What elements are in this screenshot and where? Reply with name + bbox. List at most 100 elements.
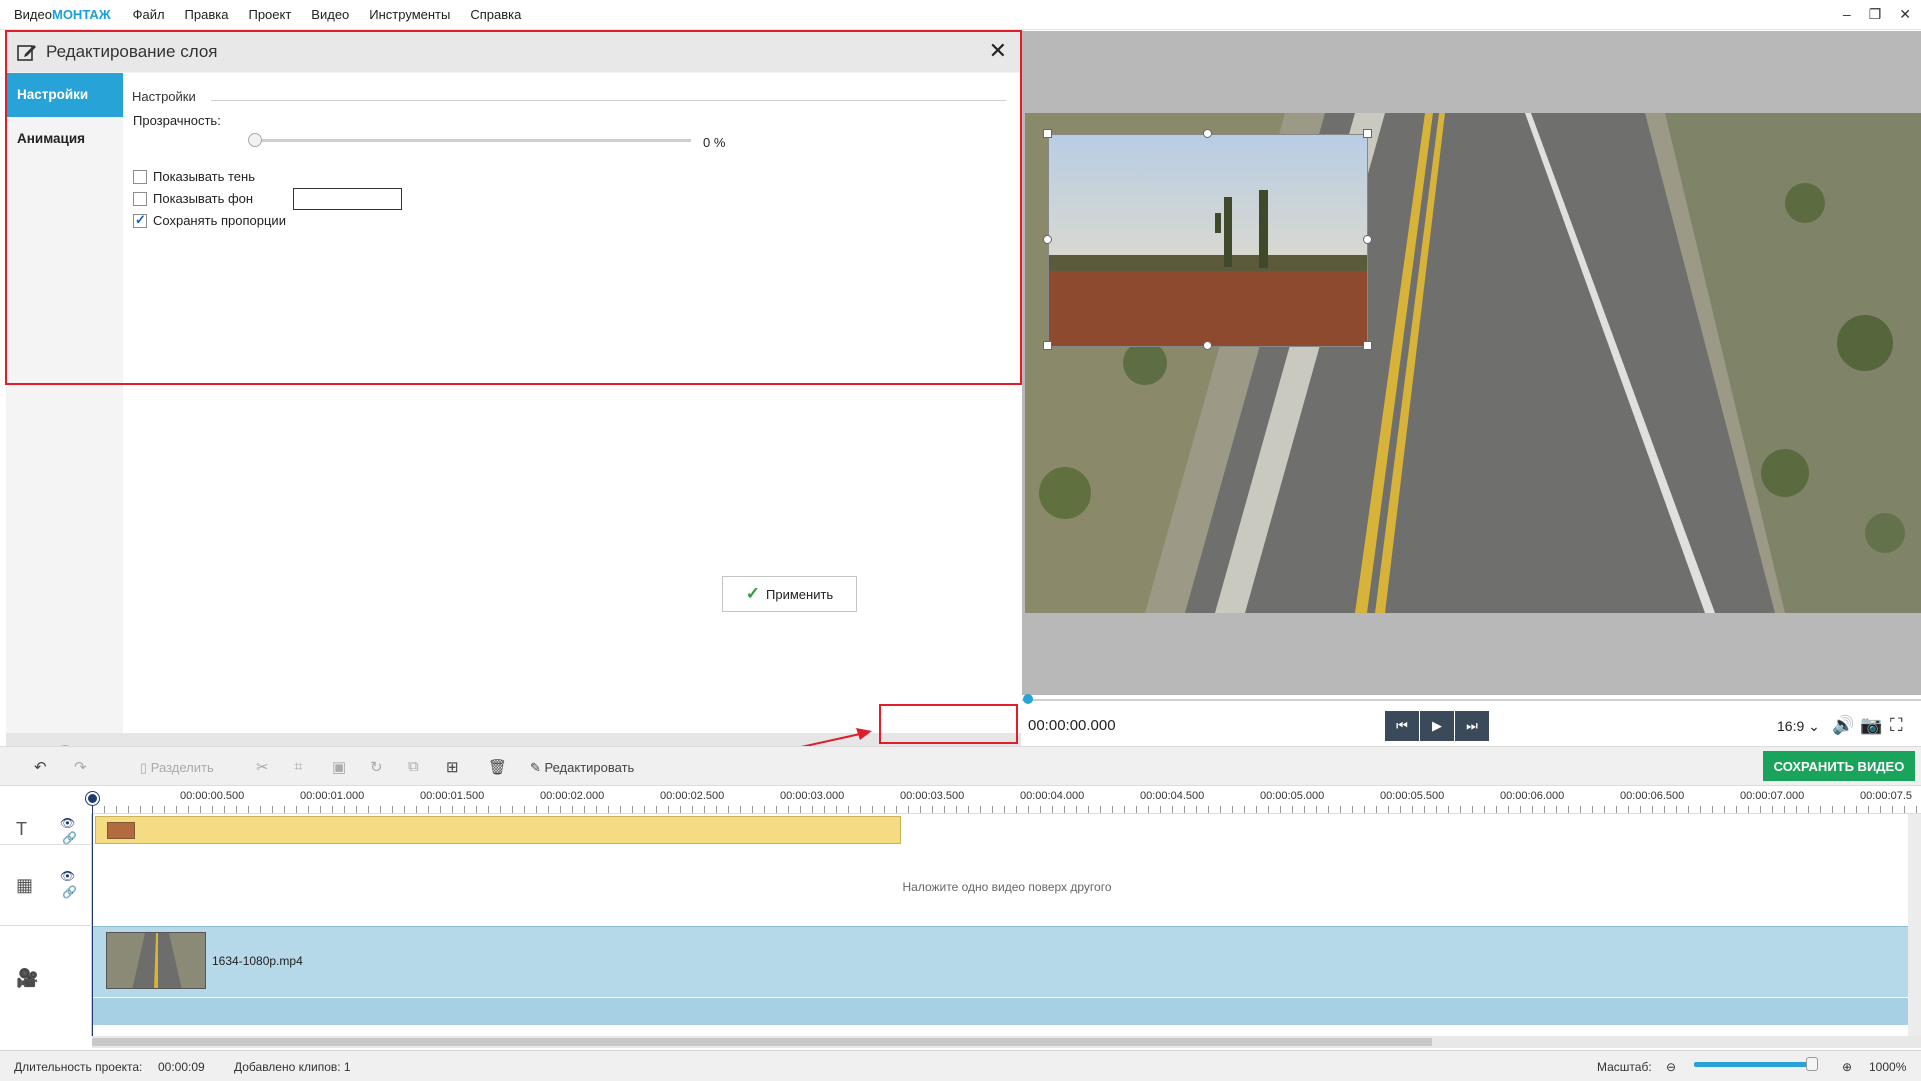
add-clip-icon[interactable]: ⊞ bbox=[446, 758, 459, 776]
menu-tools[interactable]: Инструменты bbox=[369, 7, 450, 22]
ruler-tick: 00:00:07.000 bbox=[1740, 790, 1805, 802]
zoom-slider-thumb[interactable] bbox=[1806, 1057, 1818, 1071]
clips-count: Добавлено клипов: 1 bbox=[234, 1060, 351, 1074]
ruler-tick: 00:00:02.000 bbox=[540, 790, 605, 802]
ruler-tick: 00:00:04.500 bbox=[1140, 790, 1205, 802]
menu-help[interactable]: Справка bbox=[470, 7, 521, 22]
crop-icon[interactable]: ⌗ bbox=[294, 758, 302, 775]
edit-button[interactable]: ✎ Редактировать bbox=[530, 760, 634, 776]
playhead[interactable] bbox=[86, 792, 99, 805]
ruler-tick: 00:00:05.500 bbox=[1380, 790, 1445, 802]
audio-track bbox=[93, 997, 1921, 1025]
ruler-tick: 00:00:06.000 bbox=[1500, 790, 1565, 802]
scrollbar-thumb[interactable] bbox=[92, 1038, 1432, 1046]
zoom-out-icon[interactable]: ⊖ bbox=[1666, 1060, 1676, 1074]
aspect-ratio-select[interactable]: 16:9 ⌄ bbox=[1777, 718, 1820, 735]
link-icon[interactable]: 🔗 bbox=[62, 885, 77, 899]
overlay-layer[interactable] bbox=[1043, 129, 1372, 350]
ruler-tick: 00:00:00.500 bbox=[180, 790, 245, 802]
resize-handle[interactable] bbox=[1043, 235, 1052, 244]
zoom-in-icon[interactable]: ⊕ bbox=[1842, 1060, 1852, 1074]
video-camera-icon: 🎥 bbox=[16, 968, 39, 988]
video-clip-thumbnail[interactable] bbox=[106, 932, 206, 989]
seek-bar[interactable] bbox=[1022, 699, 1921, 701]
menu-edit[interactable]: Правка bbox=[185, 7, 229, 22]
camera-icon[interactable]: 📷 bbox=[1860, 715, 1882, 736]
overlay-track-header: ▦ 👁 🔗 bbox=[0, 845, 92, 926]
copy-icon[interactable]: ⧉ bbox=[408, 758, 419, 775]
timecode: 00:00:00.000 bbox=[1028, 717, 1116, 734]
ruler-tick: 00:00:01.500 bbox=[420, 790, 485, 802]
menu-bar: ВидеоМОНТАЖ Файл Правка Проект Видео Инс… bbox=[0, 0, 1921, 30]
ruler-tick: 00:00:04.000 bbox=[1020, 790, 1085, 802]
zoom-slider-track[interactable] bbox=[1694, 1062, 1812, 1067]
ruler-tick: 00:00:03.000 bbox=[780, 790, 845, 802]
split-label: Разделить bbox=[150, 760, 214, 775]
track-headers: T 👁 🔗 ▦ 👁 🔗 🎥 bbox=[0, 814, 92, 1036]
next-frame-icon[interactable]: ⏭ bbox=[1455, 711, 1489, 741]
resize-handle[interactable] bbox=[1363, 129, 1372, 138]
checkmark-icon: ✓ bbox=[745, 584, 761, 603]
zoom-label: Масштаб: bbox=[1597, 1060, 1652, 1074]
fullscreen-icon[interactable]: ⛶ bbox=[1890, 715, 1903, 736]
rotate-icon[interactable]: ↻ bbox=[370, 758, 383, 776]
duration-label: Длительность проекта: bbox=[14, 1060, 143, 1074]
delete-icon[interactable]: 🗑 bbox=[488, 758, 507, 776]
playhead-line bbox=[92, 804, 93, 1036]
minimize-icon[interactable]: – bbox=[1843, 6, 1851, 23]
ruler-tick-marks bbox=[92, 806, 1921, 813]
highlight-apply bbox=[879, 704, 1018, 744]
frame-icon[interactable]: ▣ bbox=[332, 758, 346, 776]
timeline-ruler[interactable]: 00:00:00.500 00:00:01.000 00:00:01.500 0… bbox=[92, 786, 1921, 814]
close-window-icon[interactable]: ✕ bbox=[1899, 6, 1911, 23]
play-icon[interactable]: ▶ bbox=[1420, 711, 1454, 741]
overlay-hint: Наложите одно видео поверх другого bbox=[902, 880, 1112, 894]
redo-icon[interactable]: ↷ bbox=[74, 758, 87, 776]
ruler-tick: 00:00:01.000 bbox=[300, 790, 365, 802]
resize-handle[interactable] bbox=[1043, 129, 1052, 138]
text-track-header: T 👁 🔗 bbox=[0, 814, 92, 845]
text-layer-clip[interactable] bbox=[95, 816, 901, 844]
clip-thumbnail bbox=[107, 822, 135, 839]
window-controls: – ❐ ✕ bbox=[1843, 6, 1911, 23]
menu-project[interactable]: Проект bbox=[248, 7, 291, 22]
split-button[interactable]: ▯ Разделить bbox=[140, 760, 214, 776]
edit-label: Редактировать bbox=[544, 760, 635, 775]
link-icon[interactable]: 🔗 bbox=[62, 831, 77, 845]
resize-handle[interactable] bbox=[1363, 341, 1372, 350]
seek-thumb[interactable] bbox=[1023, 694, 1033, 704]
ruler-tick: 00:00:05.000 bbox=[1260, 790, 1325, 802]
ruler-tick: 00:00:02.500 bbox=[660, 790, 725, 802]
previous-frame-icon[interactable]: ⏮ bbox=[1385, 711, 1419, 741]
road-thumbnail-image bbox=[107, 933, 205, 988]
video-clip-name: 1634-1080p.mp4 bbox=[212, 954, 303, 968]
status-bar: Длительность проекта: 00:00:09 Добавлено… bbox=[0, 1050, 1921, 1081]
ruler-tick: 00:00:03.500 bbox=[900, 790, 965, 802]
resize-handle[interactable] bbox=[1043, 341, 1052, 350]
ruler-tick: 00:00:06.500 bbox=[1620, 790, 1685, 802]
text-track-icon: T bbox=[16, 819, 27, 839]
zoom-value: 1000% bbox=[1869, 1060, 1907, 1074]
apply-button[interactable]: ✓ Применить bbox=[722, 576, 857, 612]
video-track-header: 🎥 bbox=[0, 926, 92, 1036]
edit-toolbar: ↶ ↷ ▯ Разделить ✂ ⌗ ▣ ↻ ⧉ ⊞ 🗑 ✎ Редактир… bbox=[0, 746, 1921, 786]
duration-value: 00:00:09 bbox=[158, 1060, 205, 1074]
save-video-button[interactable]: СОХРАНИТЬ ВИДЕО bbox=[1763, 751, 1915, 781]
volume-icon[interactable]: 🔊 bbox=[1832, 715, 1854, 736]
menu-file[interactable]: Файл bbox=[133, 7, 165, 22]
eye-icon[interactable]: 👁 bbox=[60, 869, 75, 883]
app-logo: ВидеоМОНТАЖ bbox=[14, 7, 111, 22]
film-icon: ▦ bbox=[16, 875, 34, 895]
desert-overlay-image bbox=[1049, 135, 1367, 346]
eye-icon[interactable]: 👁 bbox=[60, 816, 75, 830]
restore-icon[interactable]: ❐ bbox=[1869, 6, 1882, 23]
timeline-vertical-scrollbar[interactable] bbox=[1908, 814, 1921, 1036]
resize-handle[interactable] bbox=[1203, 129, 1212, 138]
undo-icon[interactable]: ↶ bbox=[34, 758, 47, 776]
resize-handle[interactable] bbox=[1363, 235, 1372, 244]
menu-video[interactable]: Видео bbox=[311, 7, 349, 22]
ruler-tick: 00:00:07.5 bbox=[1860, 790, 1912, 802]
highlight-settings bbox=[5, 30, 1022, 385]
resize-handle[interactable] bbox=[1203, 341, 1212, 350]
cut-icon[interactable]: ✂ bbox=[256, 758, 269, 776]
